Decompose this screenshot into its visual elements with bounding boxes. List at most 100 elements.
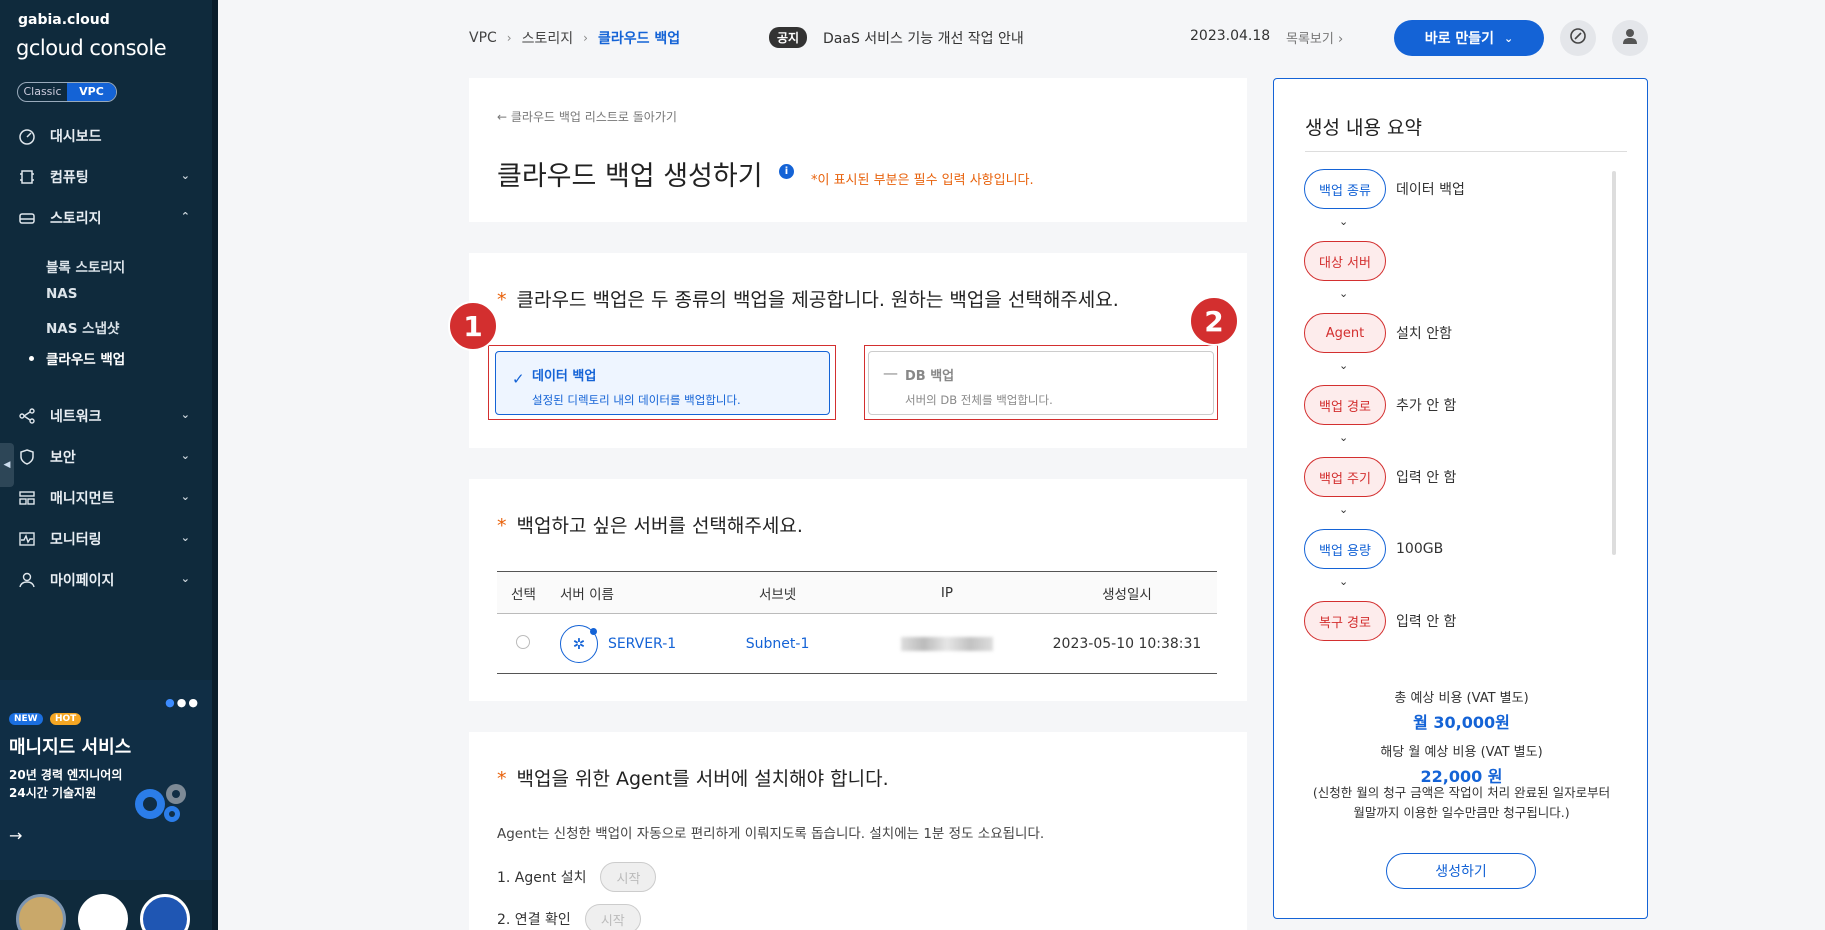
option-title: DB 백업: [905, 369, 955, 384]
subnet-link[interactable]: Subnet-1: [746, 636, 810, 652]
chevron-down-icon: ⌄: [180, 572, 190, 585]
monitoring-icon: [16, 528, 38, 550]
summary-pill[interactable]: Agent: [1304, 313, 1386, 353]
dash-icon: —: [883, 364, 898, 382]
summary-pill[interactable]: 백업 종류: [1304, 169, 1386, 209]
notice-list-link[interactable]: 목록보기 ›: [1286, 28, 1343, 47]
option-highlight-2: — DB 백업 서버의 DB 전체를 백업합니다.: [864, 345, 1218, 420]
summary-value: 입력 안 함: [1396, 614, 1457, 630]
cpu-icon: [16, 166, 38, 188]
server-name-cell: ✲ SERVER-1: [549, 613, 699, 674]
brand-logo[interactable]: gcloud console: [16, 36, 167, 60]
total-cost-value: 월 30,000원: [1413, 713, 1510, 732]
chevron-right-icon: ›: [583, 31, 588, 45]
db-backup-option[interactable]: — DB 백업 서버의 DB 전체를 백업합니다.: [868, 351, 1214, 415]
col-created: 생성일시: [1036, 571, 1217, 614]
gear-icon: [128, 776, 190, 828]
chevron-down-icon: ⌄: [180, 490, 190, 503]
arrow-left-icon: ←: [497, 110, 508, 124]
summary-value: 설치 안함: [1396, 326, 1452, 342]
summary-item-agent: Agent 설치 안함: [1304, 313, 1452, 353]
summary-pill[interactable]: 백업 주기: [1304, 457, 1386, 497]
profile-button[interactable]: [1612, 20, 1648, 56]
cost-note: (신청한 월의 청구 금액은 작업이 처리 완료된 일자로부터 월말까지 이용한…: [1274, 783, 1649, 823]
summary-pill[interactable]: 백업 경로: [1304, 385, 1386, 425]
sidebar-sub-nas-snapshot[interactable]: NAS 스냅샷: [46, 317, 119, 337]
chevron-down-icon: ⌄: [1339, 575, 1349, 588]
sidebar-item-label: 스토리지: [50, 211, 102, 227]
chevron-right-icon: ›: [506, 31, 512, 45]
summary-item-restore-path: 복구 경로 입력 안 함: [1304, 601, 1456, 641]
new-badge: NEW: [9, 713, 43, 725]
col-subnet: 서브넷: [698, 571, 857, 614]
notice-badge: 공지: [769, 27, 808, 48]
month-cost-label: 해당 월 예상 비용 (VAT 별도): [1380, 745, 1543, 760]
page-title: 클라우드 백업 생성하기: [497, 161, 763, 192]
check-icon: ✓: [512, 370, 525, 388]
summary-pill[interactable]: 대상 서버: [1304, 241, 1386, 281]
sidebar-sub-cloud-backup[interactable]: 클라우드 백업: [46, 348, 125, 368]
required-note: *이 표시된 부분은 필수 입력 사항입니다.: [811, 173, 1034, 188]
user-icon: [16, 569, 38, 591]
award-seal-icon: [16, 894, 66, 930]
data-backup-option[interactable]: ✓ 데이터 백업 설정된 디렉토리 내의 데이터를 백업합니다.: [495, 351, 830, 415]
sidebar-item-network[interactable]: 네트워크 ⌄: [0, 398, 212, 434]
chevron-down-icon: ⌄: [1504, 31, 1514, 45]
start-connect-button[interactable]: 시작: [584, 904, 641, 930]
breadcrumb-storage[interactable]: 스토리지: [522, 28, 574, 48]
arrow-right-icon[interactable]: →: [9, 826, 22, 845]
server-question-text: 백업하고 싶은 서버를 선택해주세요.: [516, 515, 803, 537]
server-name-link[interactable]: SERVER-1: [608, 636, 676, 652]
sidebar-item-dashboard[interactable]: 대시보드: [0, 118, 212, 154]
create-now-label: 바로 만들기: [1424, 31, 1495, 47]
info-icon[interactable]: i: [779, 164, 794, 179]
create-button[interactable]: 생성하기: [1386, 853, 1536, 889]
breadcrumb-vpc[interactable]: VPC: [469, 30, 497, 46]
mode-classic[interactable]: Classic: [18, 83, 67, 101]
chevron-up-icon: ⌃: [180, 210, 190, 223]
sidebar-item-management[interactable]: 매니지먼트 ⌄: [0, 480, 212, 516]
summary-item-backup-path: 백업 경로 추가 안 함: [1304, 385, 1456, 425]
summary-item-backup-cycle: 백업 주기 입력 안 함: [1304, 457, 1456, 497]
start-install-button[interactable]: 시작: [600, 862, 657, 892]
sidebar-item-label: 매니지먼트: [50, 491, 115, 507]
promo-text: 20년 경력 엔지니어의 24시간 기술지원: [9, 766, 122, 802]
table-row[interactable]: ✲ SERVER-1 Subnet-1 2023-05-10 10:38:31: [497, 613, 1217, 674]
sidebar-item-mypage[interactable]: 마이페이지 ⌄: [0, 562, 212, 598]
sidebar-sub-block-storage[interactable]: 블록 스토리지: [46, 256, 125, 276]
backup-type-question: * 클라우드 백업은 두 종류의 백업을 제공합니다. 원하는 백업을 선택해주세…: [497, 289, 1119, 311]
summary-pill[interactable]: 백업 용량: [1304, 529, 1386, 569]
sidebar-edge: [212, 0, 218, 930]
col-ip: IP: [856, 571, 1037, 614]
sidebar-item-storage[interactable]: 스토리지 ⌃: [0, 200, 212, 236]
certification-badges: [0, 880, 212, 930]
create-now-button[interactable]: 바로 만들기 ⌄: [1394, 20, 1544, 56]
sidebar-sub-nas[interactable]: NAS: [46, 286, 77, 302]
option-highlight-1: ✓ 데이터 백업 설정된 디렉토리 내의 데이터를 백업합니다.: [488, 345, 836, 420]
total-cost-label: 총 예상 비용 (VAT 별도): [1394, 691, 1529, 706]
mode-toggle[interactable]: Classic VPC: [17, 82, 117, 102]
chat-button[interactable]: [1560, 20, 1596, 56]
sidebar-item-security[interactable]: 보안 ⌄: [0, 439, 212, 475]
sidebar-item-label: 보안: [50, 450, 76, 466]
carousel-dots[interactable]: ●●●: [165, 696, 200, 709]
option-desc: 설정된 디렉토리 내의 데이터를 백업합니다.: [532, 393, 741, 407]
promo-banner[interactable]: ●●● NEW HOT 매니지드 서비스 20년 경력 엔지니어의 24시간 기…: [0, 680, 212, 880]
promo-line-2: 24시간 기술지원: [9, 786, 97, 800]
summary-value: 100GB: [1396, 541, 1444, 557]
summary-scrollbar[interactable]: [1612, 171, 1616, 555]
notice-link[interactable]: DaaS 서비스 기능 개선 작업 안내: [823, 28, 1024, 48]
mode-vpc[interactable]: VPC: [67, 83, 116, 101]
server-radio[interactable]: [516, 634, 531, 649]
summary-value: 데이터 백업: [1396, 182, 1465, 198]
summary-pill[interactable]: 복구 경로: [1304, 601, 1386, 641]
back-link[interactable]: ← 클라우드 백업 리스트로 돌아가기: [497, 108, 677, 125]
notice-list-label: 목록보기: [1286, 32, 1334, 47]
sidebar-collapse-button[interactable]: ◀: [0, 443, 14, 487]
chevron-down-icon: ⌄: [1339, 215, 1349, 228]
cloud-service-seal-icon: [78, 894, 128, 930]
sidebar-item-computing[interactable]: 컴퓨팅 ⌄: [0, 159, 212, 195]
sidebar-item-monitoring[interactable]: 모니터링 ⌄: [0, 521, 212, 557]
table-header-row: 선택 서버 이름 서브넷 IP 생성일시: [497, 571, 1217, 614]
sidebar-item-label: 모니터링: [50, 532, 102, 548]
